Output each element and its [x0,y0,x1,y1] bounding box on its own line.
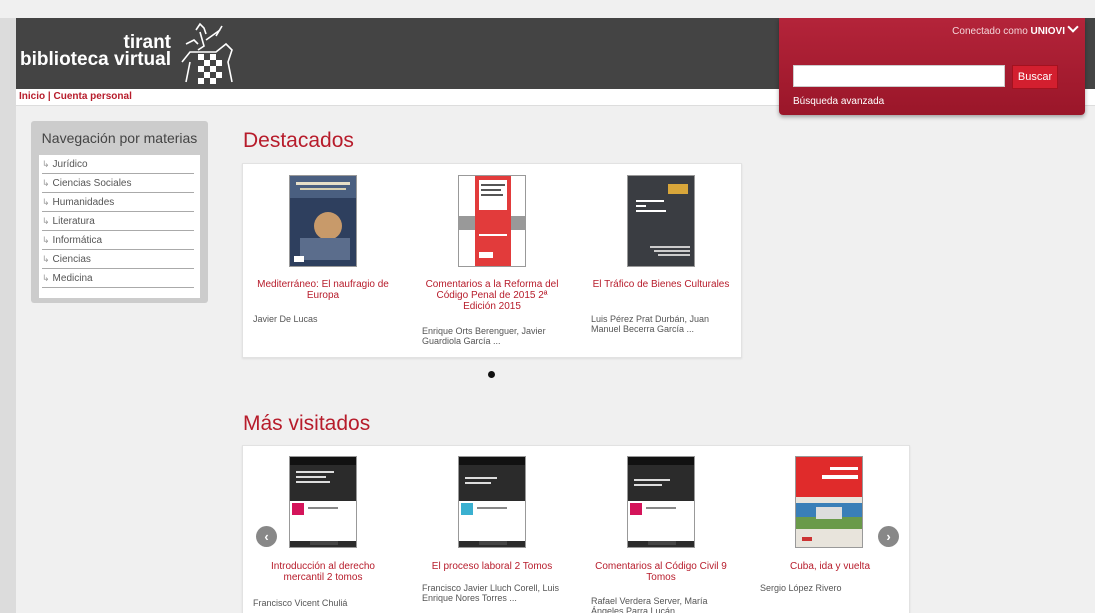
book-cover[interactable] [458,175,526,267]
search-input[interactable] [793,65,1005,87]
featured-title: Destacados [243,129,354,152]
book-title-link[interactable]: El proceso laboral 2 Tomos [422,561,562,572]
sub-arrow-icon: ↳ [42,254,50,264]
account-link[interactable]: Cuenta personal [54,91,132,102]
book-author: Francisco Javier Lluch Corell, Luis Enri… [422,583,560,603]
book-author: Javier De Lucas [253,314,318,324]
sidebar-item-informatica[interactable]: ↳ Informática [42,231,194,250]
sidebar-item-label: Medicina [52,273,93,284]
sidebar-item-label: Ciencias [52,254,91,265]
session-menu[interactable]: Conectado como UNIOVI [952,21,1079,37]
carousel-dot[interactable] [488,371,495,378]
book-title-link[interactable]: Introducción al derecho mercantil 2 tomo… [253,561,393,583]
session-prefix: Conectado como [952,26,1028,37]
book-author: Enrique Orts Berenguer, Javier Guardiola… [422,326,546,346]
most-visited-carousel: Introducción al derecho mercantil 2 tomo… [242,445,910,613]
subject-list: ↳ Jurídico ↳ Ciencias Sociales ↳ Humanidade… [39,155,200,298]
sidebar-item-label: Ciencias Sociales [52,178,132,189]
sidebar-item-label: Informática [52,235,103,246]
book-author: Sergio López Rivero [760,583,842,593]
sub-arrow-icon: ↳ [42,273,50,283]
carousel-prev-button[interactable]: ‹ [256,526,277,547]
book-cover[interactable] [458,456,526,548]
sidebar-item-ciencias-sociales[interactable]: ↳ Ciencias Sociales [42,174,194,193]
window-frame-top [0,0,1095,18]
search-panel: Conectado como UNIOVI Buscar Búsqueda av… [779,18,1085,115]
sidebar-title: Navegación por materias [41,130,198,146]
home-link[interactable]: Inicio [19,91,45,102]
book-author: Luis Pérez Prat Durbán, Juan Manuel Bece… [591,314,710,334]
book-title-link[interactable]: Cuba, ida y vuelta [760,561,900,572]
subject-navigation: Navegación por materias ↳ Jurídico ↳ Cienc… [31,121,208,303]
site-logo[interactable]: tirant biblioteca virtual [16,33,171,70]
sidebar-item-literatura[interactable]: ↳ Literatura [42,212,194,231]
book-author: Francisco Vicent Chuliá [253,598,348,608]
book-title-link[interactable]: Comentarios a la Reforma del Código Pena… [422,279,562,312]
advanced-search-link[interactable]: Búsqueda avanzada [793,96,884,107]
chevron-left-icon: ‹ [264,529,269,544]
page: tirant biblioteca virtual Inicio | Cuent… [16,18,1095,613]
sidebar-item-humanidades[interactable]: ↳ Humanidades [42,193,194,212]
book-cover[interactable] [627,456,695,548]
book-title-link[interactable]: Comentarios al Código Civil 9 Tomos [591,561,731,583]
sidebar-item-label: Literatura [52,216,95,227]
nav-separator: | [47,91,51,102]
sidebar-item-medicina[interactable]: ↳ Medicina [42,269,194,288]
book-cover[interactable] [627,175,695,267]
book-title-link[interactable]: El Tráfico de Bienes Culturales [591,279,731,290]
chevron-right-icon: › [886,529,891,544]
sub-arrow-icon: ↳ [42,159,50,169]
book-title-link[interactable]: Mediterráneo: El naufragio de Europa [253,279,393,301]
knight-logo-icon [181,22,233,84]
sidebar-item-label: Jurídico [52,159,88,170]
sidebar-item-juridico[interactable]: ↳ Jurídico [42,155,194,174]
book-author: Rafael Verdera Server, María Ángeles Par… [591,596,708,613]
sub-arrow-icon: ↳ [42,197,50,207]
session-user: UNIOVI [1030,26,1065,37]
featured-carousel: Mediterráneo: El naufragio de Europa Jav… [242,163,742,358]
sub-arrow-icon: ↳ [42,216,50,226]
sub-arrow-icon: ↳ [42,235,50,245]
most-visited-title: Más visitados [243,412,371,435]
sub-arrow-icon: ↳ [42,178,50,188]
book-cover[interactable] [289,456,357,548]
logo-line-2: biblioteca virtual [20,49,171,70]
sidebar-item-ciencias[interactable]: ↳ Ciencias [42,250,194,269]
chevron-down-icon [1067,21,1079,33]
book-cover[interactable] [289,175,357,267]
carousel-next-button[interactable]: › [878,526,899,547]
search-button[interactable]: Buscar [1012,65,1058,89]
window-frame-left [0,18,16,613]
sidebar-item-label: Humanidades [52,197,115,208]
book-cover[interactable] [795,456,863,548]
